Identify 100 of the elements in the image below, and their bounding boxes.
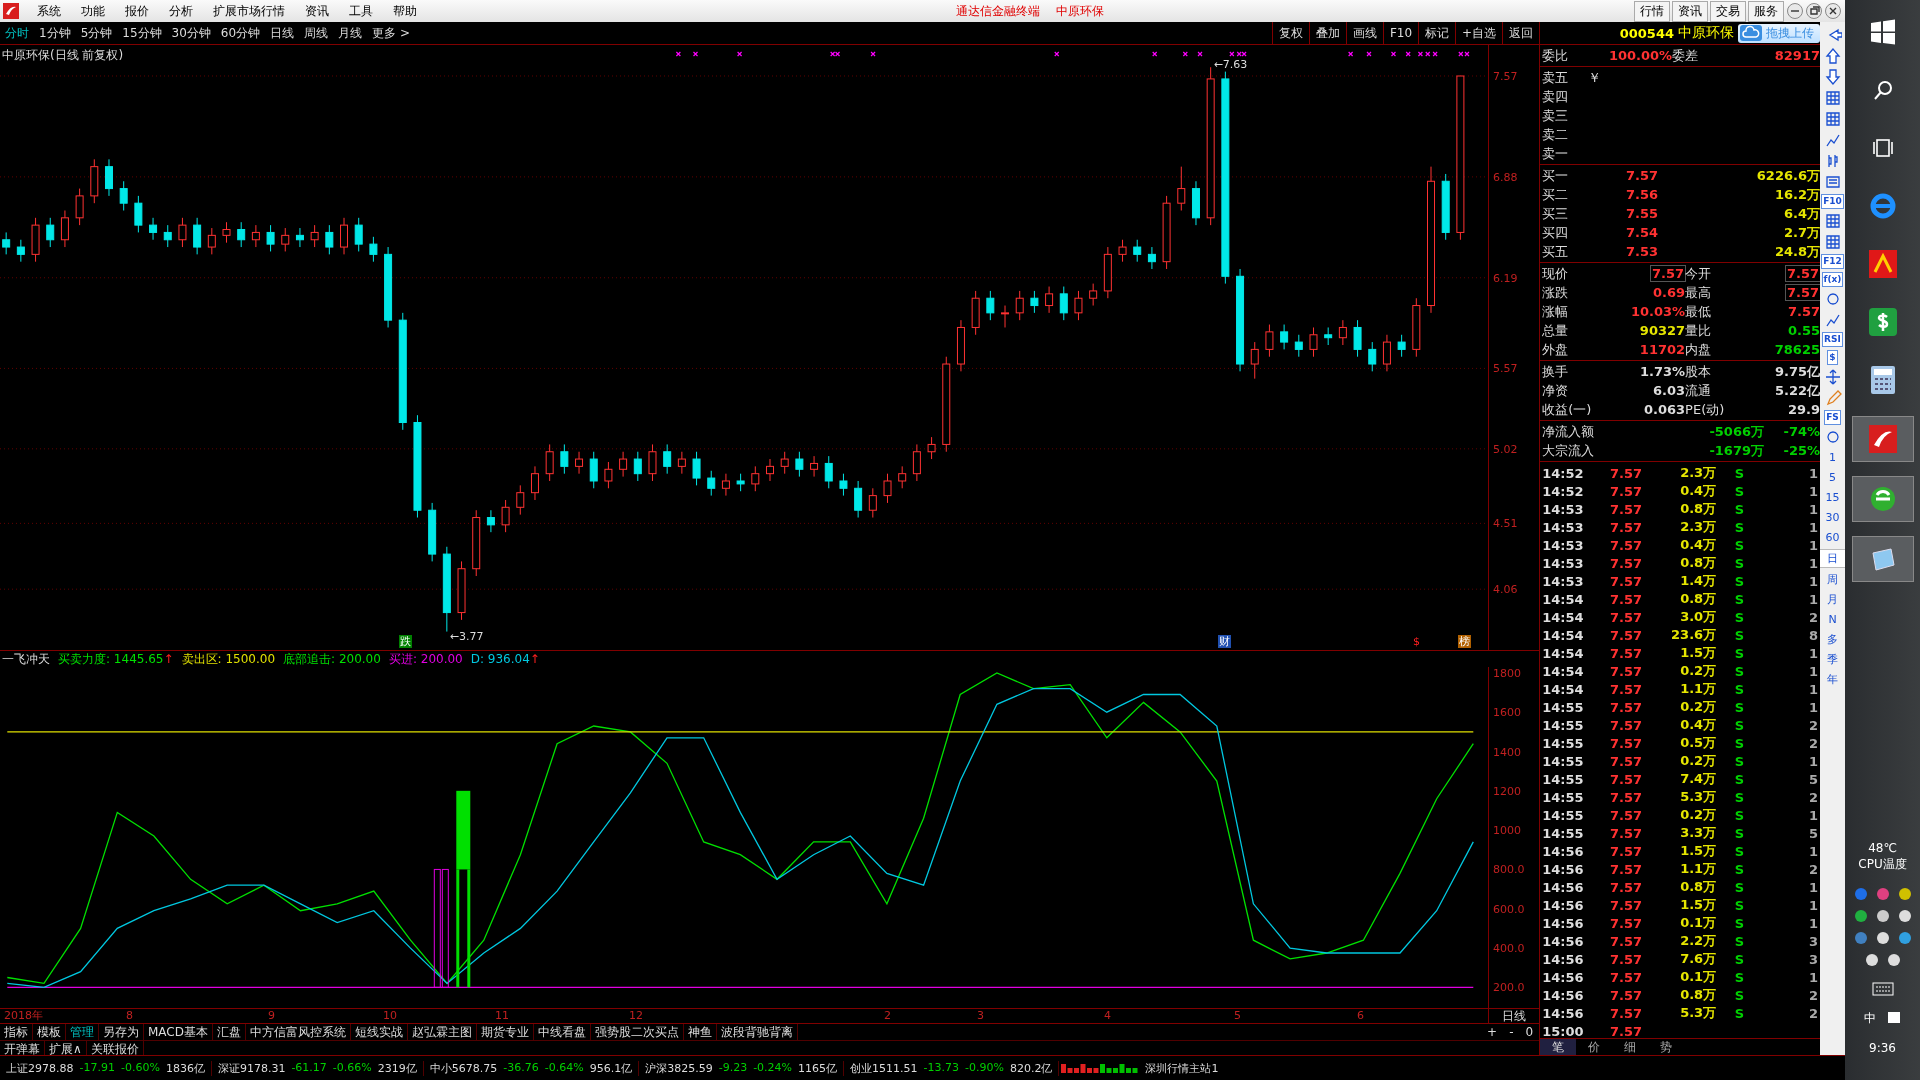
indicator-tab[interactable]: 管理 xyxy=(66,1024,99,1040)
keyboard-icon[interactable] xyxy=(1871,982,1894,996)
toolbar-button[interactable]: f(x) xyxy=(1821,272,1844,287)
detail-tab[interactable]: 价 xyxy=(1576,1039,1613,1055)
restore-icon[interactable] xyxy=(1806,3,1822,19)
toolbar-button[interactable]: FS xyxy=(1824,410,1841,425)
tab-control[interactable]: - xyxy=(1503,1025,1520,1039)
period-tab[interactable]: 30分钟 xyxy=(166,24,216,42)
period-button[interactable]: 1 xyxy=(1820,449,1845,466)
calculator-icon[interactable] xyxy=(1870,366,1895,394)
circle-icon[interactable] xyxy=(1852,908,1869,924)
browser-icon[interactable] xyxy=(1868,192,1897,220)
indicator-tab[interactable]: 波段背驰背离 xyxy=(717,1024,798,1040)
table-icon[interactable] xyxy=(1823,233,1842,251)
menu-button[interactable]: 服务 xyxy=(1748,0,1784,22)
table-icon[interactable] xyxy=(1823,110,1842,128)
period-button[interactable]: 月 xyxy=(1820,591,1845,608)
period-tab[interactable]: 更多 > xyxy=(367,24,415,42)
globe-icon[interactable] xyxy=(1868,485,1897,513)
chart-tool-button[interactable]: 叠加 xyxy=(1308,22,1346,44)
period-button[interactable]: 日 xyxy=(1820,549,1845,568)
indicator-tab[interactable]: 短线实战 xyxy=(351,1024,408,1040)
stock-title: 中原环保 xyxy=(1054,2,1105,20)
period-tab[interactable]: 月线 xyxy=(333,24,368,42)
stock-app-icon[interactable] xyxy=(1868,425,1897,453)
chart-tool-button[interactable]: F10 xyxy=(1382,22,1419,44)
period-button[interactable]: 年 xyxy=(1820,671,1845,688)
menu-button[interactable]: 交易 xyxy=(1710,0,1746,22)
up-arrow-icon[interactable] xyxy=(1823,47,1842,65)
menu-item[interactable]: 工具 xyxy=(339,2,383,20)
search-icon[interactable] xyxy=(1871,79,1894,101)
clock-time[interactable]: 9:36 xyxy=(1869,1040,1896,1056)
table-icon[interactable] xyxy=(1823,212,1842,230)
period-tab[interactable]: 日线 xyxy=(265,24,300,42)
chevron-logo-icon[interactable] xyxy=(1868,250,1897,278)
period-button[interactable]: 5 xyxy=(1820,469,1845,486)
indicator-tab[interactable]: 模板 xyxy=(33,1024,66,1040)
move-icon[interactable] xyxy=(1823,368,1842,386)
notification-icon[interactable] xyxy=(1885,1010,1902,1026)
candle xyxy=(163,224,172,248)
menu-item[interactable]: 报价 xyxy=(115,2,159,20)
chart-tool-button[interactable]: 画线 xyxy=(1345,22,1383,44)
period-tab[interactable]: 15分钟 xyxy=(117,24,167,42)
period-button[interactable]: 60 xyxy=(1820,529,1845,546)
indicator-tab[interactable]: 期货专业 xyxy=(477,1024,534,1040)
period-button[interactable]: 季 xyxy=(1820,651,1845,668)
tab-control[interactable]: + xyxy=(1481,1025,1504,1039)
menu-item[interactable]: 功能 xyxy=(71,2,115,20)
period-button[interactable]: 周 xyxy=(1820,571,1845,588)
detail-tab[interactable]: 细 xyxy=(1612,1039,1649,1055)
minimize-icon[interactable] xyxy=(1787,3,1803,19)
period-tab[interactable]: 周线 xyxy=(299,24,334,42)
candle xyxy=(428,502,437,562)
indicator-tab[interactable]: 神鱼 xyxy=(684,1024,717,1040)
period-tab[interactable]: 1分钟 xyxy=(34,24,76,42)
indicator-tab[interactable]: MACD基本 xyxy=(144,1024,213,1040)
chart-tool-button[interactable]: 复权 xyxy=(1271,22,1309,44)
candle xyxy=(1309,326,1318,358)
indicator-tab[interactable]: 汇盘 xyxy=(213,1024,246,1040)
chart-tool-button[interactable]: +自选 xyxy=(1455,22,1503,44)
period-tab[interactable]: 5分钟 xyxy=(75,24,118,42)
detail-tab[interactable]: 笔 xyxy=(1540,1039,1577,1055)
quote-value: 1.73% xyxy=(1638,364,1686,379)
input-method-indicator[interactable]: 中 xyxy=(1863,1010,1876,1026)
menu-item[interactable]: 扩展市场行情 xyxy=(203,2,295,20)
tab-control[interactable]: 0 xyxy=(1519,1025,1540,1039)
menu-item[interactable]: 资讯 xyxy=(295,2,339,20)
indicator-tab[interactable]: 指标 xyxy=(0,1024,33,1040)
indicator-tab[interactable]: 强势股二次买点 xyxy=(591,1024,684,1040)
tick-count: 1 xyxy=(1807,843,1819,859)
windows-logo-icon[interactable] xyxy=(1869,19,1896,45)
period-tab[interactable]: 分时 xyxy=(0,24,34,42)
period-button[interactable]: 多 xyxy=(1820,631,1845,648)
down-arrow-icon[interactable] xyxy=(1823,68,1842,86)
detail-tab[interactable]: 势 xyxy=(1648,1039,1685,1055)
period-button[interactable]: 15 xyxy=(1820,489,1845,506)
list-icon[interactable] xyxy=(1823,173,1842,191)
indicator-tab[interactable]: 赵弘霖主图 xyxy=(408,1024,477,1040)
tick-price: 7.57 xyxy=(1609,591,1643,607)
indicator-tab[interactable]: 中方信富风控系统 xyxy=(246,1024,351,1040)
menu-button[interactable]: 资讯 xyxy=(1672,0,1708,22)
menu-item[interactable]: 帮助 xyxy=(383,2,427,20)
menu-item[interactable]: 系统 xyxy=(27,2,71,20)
indicator-tab[interactable]: 中线看盘 xyxy=(534,1024,591,1040)
tick-side: S xyxy=(1733,969,1745,985)
toolbar-button[interactable]: $ xyxy=(1827,350,1838,365)
indicator-tab[interactable]: 另存为 xyxy=(99,1024,144,1040)
chart-tool-button[interactable]: 标记 xyxy=(1418,22,1456,44)
period-button[interactable]: 30 xyxy=(1820,509,1845,526)
money-app-icon[interactable] xyxy=(1868,308,1897,336)
menu-item[interactable]: 分析 xyxy=(159,2,203,20)
table-icon[interactable] xyxy=(1823,89,1842,107)
close-icon[interactable] xyxy=(1825,3,1841,19)
toolbar-button[interactable]: F10 xyxy=(1821,194,1844,209)
toolbar-button[interactable]: RSI xyxy=(1822,332,1843,347)
period-button[interactable]: N xyxy=(1820,611,1845,628)
period-tab[interactable]: 60分钟 xyxy=(215,24,266,42)
menu-button[interactable]: 行情 xyxy=(1634,0,1670,22)
task-view-icon[interactable] xyxy=(1871,137,1894,159)
toolbar-button[interactable]: F12 xyxy=(1821,254,1844,269)
